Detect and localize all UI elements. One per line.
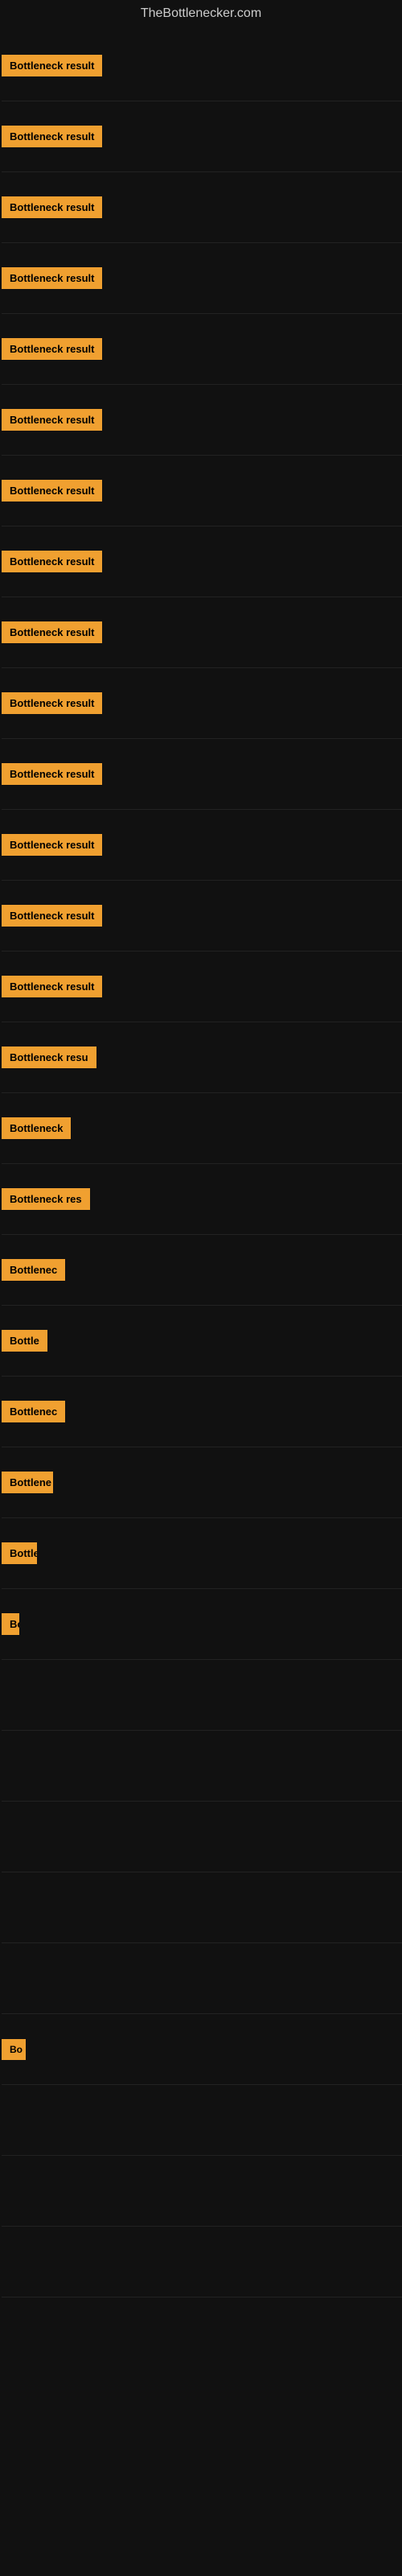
- bottleneck-result-label[interactable]: Bottleneck result: [2, 126, 102, 147]
- list-item: Bottleneck result: [2, 526, 402, 597]
- list-item: Bottlene: [2, 1447, 402, 1518]
- bottleneck-result-label[interactable]: Bottleneck result: [2, 196, 102, 218]
- bottleneck-result-label[interactable]: Bottleneck result: [2, 763, 102, 785]
- list-item: Bottlenec: [2, 1235, 402, 1306]
- bottleneck-result-label[interactable]: Bottlene: [2, 1472, 53, 1493]
- bottleneck-result-label[interactable]: Bottleneck r: [2, 1542, 37, 1564]
- list-item: Bottleneck r: [2, 1518, 402, 1589]
- list-item: Bottleneck result: [2, 314, 402, 385]
- list-item: Bottleneck result: [2, 101, 402, 172]
- bottleneck-result-label[interactable]: Bottle: [2, 1613, 19, 1635]
- list-item: Bottle: [2, 1306, 402, 1377]
- items-container: Bottleneck result Bottleneck result Bottle…: [0, 31, 402, 2297]
- bottleneck-result-label[interactable]: Bottleneck result: [2, 692, 102, 714]
- list-item: Bottleneck result: [2, 385, 402, 456]
- list-item: [2, 1872, 402, 1943]
- list-item: Bottleneck result: [2, 739, 402, 810]
- bottleneck-result-label[interactable]: Bottleneck result: [2, 55, 102, 76]
- list-item: Bottle: [2, 1589, 402, 1660]
- bottleneck-result-label[interactable]: Bottleneck result: [2, 409, 102, 431]
- site-title: TheBottlenecker.com: [0, 0, 402, 31]
- bottleneck-result-label[interactable]: Bottleneck result: [2, 834, 102, 856]
- bottleneck-result-label[interactable]: Bottleneck result: [2, 905, 102, 927]
- list-item: Bottleneck result: [2, 31, 402, 101]
- list-item: [2, 1943, 402, 2014]
- bottleneck-result-label[interactable]: Bottleneck resu: [2, 1046, 96, 1068]
- bottleneck-result-label[interactable]: Bo: [2, 2039, 26, 2060]
- list-item: Bottleneck result: [2, 243, 402, 314]
- list-item: B: [2, 1731, 402, 1802]
- bottleneck-result-label[interactable]: Bottleneck res: [2, 1188, 90, 1210]
- list-item: Bo: [2, 2014, 402, 2085]
- list-item: [2, 2227, 402, 2297]
- list-item: Bottlenec: [2, 1377, 402, 1447]
- list-item: Bottleneck resu: [2, 1022, 402, 1093]
- bottleneck-result-label[interactable]: Bottleneck: [2, 1117, 71, 1139]
- list-item: Bottleneck res: [2, 1164, 402, 1235]
- bottleneck-result-label[interactable]: Bottle: [2, 1330, 47, 1352]
- bottleneck-result-label[interactable]: Bottleneck result: [2, 551, 102, 572]
- list-item: [2, 2085, 402, 2156]
- list-item: Bottleneck result: [2, 810, 402, 881]
- list-item: Bottleneck result: [2, 172, 402, 243]
- bottleneck-result-label[interactable]: Bottlenec: [2, 1401, 65, 1422]
- list-item: Bottleneck result: [2, 597, 402, 668]
- list-item: Bottleneck result: [2, 668, 402, 739]
- bottleneck-result-label[interactable]: Bottlenec: [2, 1259, 65, 1281]
- bottleneck-result-label[interactable]: Bottleneck result: [2, 480, 102, 502]
- list-item: Bottleneck: [2, 1093, 402, 1164]
- bottleneck-result-label[interactable]: Bottleneck result: [2, 621, 102, 643]
- list-item: [2, 1802, 402, 1872]
- bottleneck-result-label[interactable]: Bottleneck result: [2, 267, 102, 289]
- list-item: Bottlenec: [2, 1660, 402, 1731]
- bottleneck-result-label[interactable]: Bottleneck result: [2, 976, 102, 997]
- bottleneck-result-label[interactable]: Bottleneck result: [2, 338, 102, 360]
- list-item: [2, 2156, 402, 2227]
- list-item: Bottleneck result: [2, 952, 402, 1022]
- list-item: Bottleneck result: [2, 881, 402, 952]
- list-item: Bottleneck result: [2, 456, 402, 526]
